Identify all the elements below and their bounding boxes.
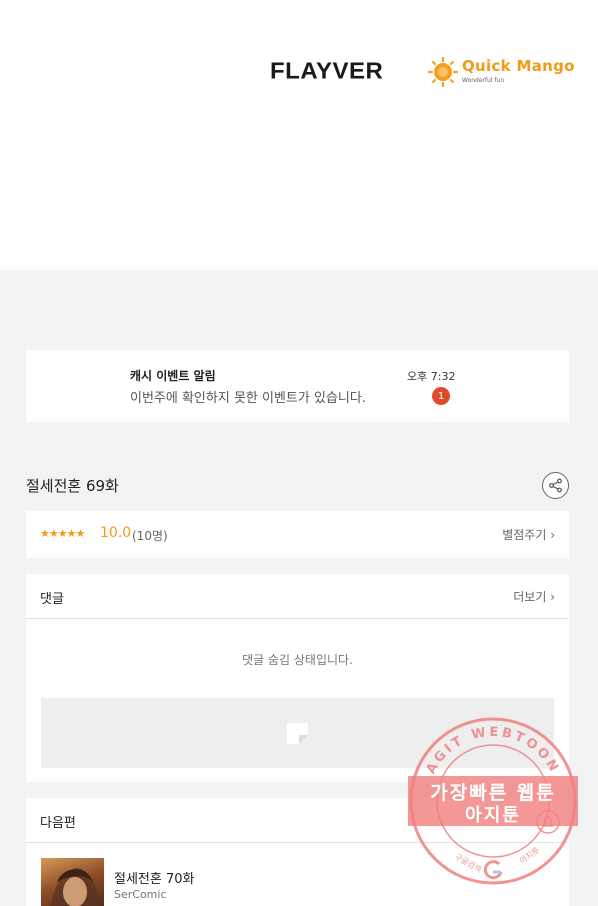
rate-button[interactable]: 별점주기 › xyxy=(502,526,555,543)
next-episode-item[interactable]: 절세전혼 70화 SerComic xyxy=(26,844,569,906)
comments-hidden-message: 댓글 숨김 상태입니다. xyxy=(242,653,353,667)
next-episode-title: 절세전혼 70화 xyxy=(114,872,195,887)
rating-count: (10명) xyxy=(132,529,168,543)
ad-placeholder[interactable] xyxy=(41,698,554,768)
notification-card[interactable]: 캐시 이벤트 알림 이번주에 확인하지 못한 이벤트가 있습니다. 오후 7:3… xyxy=(26,350,569,422)
comments-header: 댓글 더보기 › xyxy=(26,574,569,619)
quick-mango-title: Quick Mango xyxy=(462,57,575,75)
notification-body: 이번주에 확인하지 못한 이벤트가 있습니다. xyxy=(130,391,366,406)
notification-time: 오후 7:32 xyxy=(407,370,456,383)
top-banner-area: FLAYVER Quick Mango Wonderful fun xyxy=(0,0,598,270)
quick-mango-logo[interactable]: Quick Mango Wonderful fun xyxy=(428,56,575,90)
comments-title: 댓글 xyxy=(40,592,64,607)
episode-title: 절세전혼 69화 xyxy=(26,477,119,495)
quick-mango-subtitle: Wonderful fun xyxy=(462,77,505,84)
notification-title: 캐시 이벤트 알림 xyxy=(130,369,216,383)
next-title: 다음편 xyxy=(40,816,76,831)
share-button[interactable] xyxy=(542,472,569,499)
comments-section: 댓글 더보기 › 댓글 숨김 상태입니다. xyxy=(26,574,569,782)
thumbnail-art xyxy=(50,868,100,906)
rating-score: 10.0 xyxy=(100,525,132,541)
share-icon xyxy=(549,478,562,493)
placeholder-image-icon xyxy=(287,723,308,744)
notification-badge: 1 xyxy=(432,387,450,405)
episode-thumbnail xyxy=(41,858,104,906)
rating-card: ★★★★★ 10.0 (10명) 별점주기 › xyxy=(26,511,569,558)
comments-more-button[interactable]: 더보기 › xyxy=(513,588,555,605)
rating-stars: ★★★★★ xyxy=(40,527,85,540)
watermark-line2: 아지툰 xyxy=(465,805,521,826)
flayver-logo[interactable]: FLAYVER xyxy=(270,59,383,86)
next-episode-subtitle: SerComic xyxy=(114,888,167,901)
mango-sun-icon xyxy=(428,57,458,87)
